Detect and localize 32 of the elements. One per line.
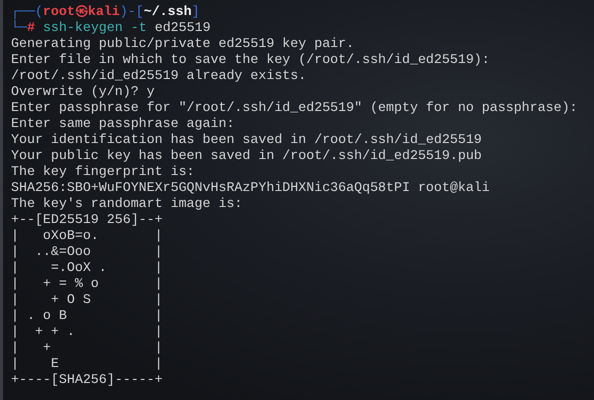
output-line: /root/.ssh/id_ed25519 already exists. xyxy=(11,68,306,83)
prompt-frame: └─ xyxy=(11,20,27,35)
prompt-user-host: root㉿kali xyxy=(42,4,120,19)
output-line: Enter same passphrase again: xyxy=(11,116,234,131)
randomart-line: | + | xyxy=(11,340,163,355)
randomart-line: | ..&=Ooo | xyxy=(11,244,163,259)
randomart-line: +--[ED25519 256]--+ xyxy=(11,212,163,227)
randomart-line: | + O S | xyxy=(11,292,163,307)
prompt-path: ~/.ssh xyxy=(144,4,192,19)
randomart-line: | + = % o | xyxy=(11,276,163,291)
prompt-frame: ] xyxy=(192,4,200,19)
output-line: The key fingerprint is: xyxy=(11,164,195,179)
prompt-frame: ┌──( xyxy=(11,4,43,19)
randomart-line: | =.OoX . | xyxy=(11,260,163,275)
randomart-line: | + + . | xyxy=(11,324,163,339)
command-name: ssh-keygen xyxy=(42,20,123,35)
output-line: SHA256:SBO+WuFOYNEXr5GQNvHsRAzPYhiDHXNic36aQq58tPI root@kali xyxy=(11,180,490,195)
output-line: The key's randomart image is: xyxy=(11,196,242,211)
output-line: Your identification has been saved in /root/.ssh/id_ed25519 xyxy=(11,132,482,147)
prompt-symbol: # xyxy=(26,20,35,35)
output-line: Your public key has been saved in /root/.ssh/id_ed25519.pub xyxy=(11,148,482,163)
command-option: -t xyxy=(130,20,147,35)
output-line: Generating public/private ed25519 key pair. xyxy=(11,36,354,51)
command-argument: ed25519 xyxy=(154,20,211,35)
prompt-frame: )-[ xyxy=(120,4,144,19)
randomart-line: | . o B | xyxy=(11,308,163,323)
output-line: Enter file in which to save the key (/root/.ssh/id_ed25519): xyxy=(11,52,490,67)
output-line: Enter passphrase for "/root/.ssh/id_ed25519" (empty for no passphrase): xyxy=(11,100,578,115)
randomart-line: | E | xyxy=(11,356,163,371)
randomart-line: +----[SHA256]-----+ xyxy=(11,372,163,387)
randomart-line: | oXoB=o. | xyxy=(11,228,163,243)
output-line: Overwrite (y/n)? y xyxy=(11,84,155,99)
